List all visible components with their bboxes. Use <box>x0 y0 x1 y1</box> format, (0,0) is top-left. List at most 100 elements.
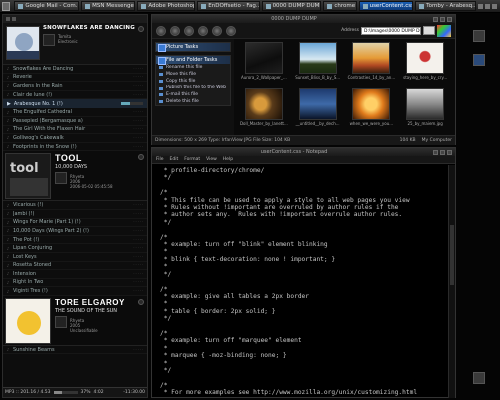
now-playing-track[interactable]: ▶ Arabesque No. 1 (!) <box>3 99 147 109</box>
rating-icon[interactable]: ····· <box>133 136 144 140</box>
collapse-icon[interactable] <box>138 26 144 32</box>
track-row[interactable]: ♪ Clair de lune (!) ····· <box>3 91 147 100</box>
menu-format[interactable]: Format <box>184 157 200 162</box>
up-folder-icon[interactable] <box>184 25 194 36</box>
taskbar-button-dump[interactable]: 0000 DUMP DUMP <box>261 1 322 11</box>
track-row[interactable]: ♪ Jambi (!) ····· <box>3 210 147 219</box>
track-row[interactable]: ♪ Rosetta Stoned ····· <box>3 262 147 271</box>
track-row[interactable]: ♪ Sunshine Beams ····· <box>3 346 147 355</box>
rating-icon[interactable]: ····· <box>133 238 144 242</box>
file-thumbnail[interactable]: Contrasties_14_by_an... <box>346 42 398 86</box>
taskbar-button-chrome[interactable]: chrome <box>323 1 357 11</box>
track-row[interactable]: ♪ Golliwog's Cakewalk ····· <box>3 134 147 143</box>
move-file-link[interactable]: Move this file <box>156 71 230 78</box>
email-file-link[interactable]: E-mail this file <box>156 91 230 98</box>
track-row[interactable]: ♪ 10,000 Days (Wings Part 2) (!) ····· <box>3 227 147 236</box>
forward-icon[interactable] <box>170 25 180 36</box>
go-button[interactable] <box>423 26 435 35</box>
album-header[interactable]: tool TOOL 10,000 DAYS Rhyeta 2006 2006-0… <box>3 151 147 202</box>
tray-icon[interactable] <box>478 3 483 9</box>
track-row[interactable]: ♪ The Girl With the Flaxen Hair ····· <box>3 126 147 135</box>
taskbar-button-usercontent[interactable]: userContent.css <box>358 1 414 11</box>
seek-bar[interactable] <box>53 391 78 394</box>
rating-icon[interactable]: ····· <box>133 84 144 88</box>
file-thumbnail[interactable]: staying_here_by_cry... <box>399 42 451 86</box>
rating-icon[interactable]: ····· <box>133 220 144 224</box>
rating-icon[interactable]: ····· <box>133 272 144 276</box>
picture-tasks-header[interactable]: Picture Tasks <box>156 43 230 52</box>
rating-icon[interactable]: ····· <box>133 119 144 123</box>
file-thumbnail[interactable]: when_we_were_you... <box>346 88 398 132</box>
track-row[interactable]: ♪ Footprints in the Snow (!) ····· <box>3 143 147 152</box>
desktop-icon[interactable] <box>473 30 485 42</box>
file-thumbnail[interactable]: __untitled__by_dech... <box>292 88 344 132</box>
rating-icon[interactable]: ····· <box>133 145 144 149</box>
track-row[interactable]: ♪ Viginti Tres (!) ····· <box>3 287 147 296</box>
rating-icon[interactable]: ····· <box>133 127 144 131</box>
collapse-icon[interactable] <box>138 298 144 305</box>
views-icon[interactable] <box>226 25 236 36</box>
rating-icon[interactable]: ····· <box>133 263 144 267</box>
maximize-icon[interactable] <box>440 16 445 22</box>
menu-edit[interactable]: Edit <box>170 157 179 162</box>
desktop-icon[interactable] <box>473 54 485 66</box>
album-header[interactable]: SNOWFLAKES ARE DANCING Tomita Electronic <box>3 23 147 65</box>
file-thumbnail[interactable]: Sunset_Bliss_B_by_S... <box>292 42 344 86</box>
rating-icon[interactable]: ····· <box>133 110 144 114</box>
track-row[interactable]: ♪ Intension ····· <box>3 270 147 279</box>
track-row[interactable]: ♪ Lipan Conjuring ····· <box>3 244 147 253</box>
rating-icon[interactable]: ····· <box>133 75 144 79</box>
start-button[interactable] <box>2 1 11 11</box>
track-row[interactable]: ♪ Snowflakes Are Dancing ····· <box>3 65 147 74</box>
rating-icon[interactable]: ····· <box>133 203 144 207</box>
back-icon[interactable] <box>156 25 166 36</box>
track-row[interactable]: ♪ Wings For Marie (Part 1) (!) ····· <box>3 219 147 228</box>
address-bar[interactable]: D:\Images\0000 DUMP DU <box>361 26 421 35</box>
rating-icon[interactable]: ····· <box>133 280 144 284</box>
maximize-icon[interactable] <box>440 149 445 155</box>
taskbar-button-gmail[interactable]: Google Mail - Com... <box>14 1 80 11</box>
rating-icon[interactable]: ····· <box>133 67 144 71</box>
track-row[interactable]: ♪ The Pot (!) ····· <box>3 236 147 245</box>
menu-icon[interactable] <box>6 17 10 21</box>
taskbar-button-msn[interactable]: MSN Messenger <box>81 1 136 11</box>
tray-icon[interactable] <box>485 3 490 9</box>
rating-icon[interactable]: ····· <box>133 229 144 233</box>
tray-icon[interactable] <box>492 3 497 9</box>
taskbar-button-endoffset[interactable]: EnDOffsetio - Fag... <box>197 1 260 11</box>
delete-file-link[interactable]: Delete this file <box>156 98 230 105</box>
minimize-icon[interactable] <box>433 149 438 155</box>
file-thumbnail[interactable]: Doll_Master_by_lanett... <box>238 88 290 132</box>
track-row[interactable]: ♪ The Engulfed Cathedral ····· <box>3 108 147 117</box>
track-row[interactable]: ♪ Passepied (Bergamasque a) ····· <box>3 117 147 126</box>
track-row[interactable]: ♪ Reverie ····· <box>3 74 147 83</box>
track-row[interactable]: ♪ Lost Keys ····· <box>3 253 147 262</box>
track-progress[interactable] <box>121 102 143 106</box>
rating-icon[interactable]: ····· <box>133 93 144 97</box>
rating-icon[interactable]: ····· <box>133 212 144 216</box>
menu-icon[interactable] <box>12 17 16 21</box>
vertical-scrollbar[interactable] <box>448 165 455 398</box>
copy-file-link[interactable]: Copy this file <box>156 78 230 85</box>
track-row[interactable]: ♪ Right In Two ····· <box>3 279 147 288</box>
recycle-bin-icon[interactable] <box>473 372 485 384</box>
close-icon[interactable] <box>447 16 452 22</box>
menu-help[interactable]: Help <box>223 157 233 162</box>
rename-file-link[interactable]: Rename this file <box>156 64 230 71</box>
file-thumbnail[interactable]: Aurora_2_Wallpaper_... <box>238 42 290 86</box>
search-icon[interactable] <box>198 25 208 36</box>
menu-file[interactable]: File <box>156 157 164 162</box>
explorer-titlebar[interactable]: 0000 DUMP DUMP <box>152 15 455 23</box>
folders-icon[interactable] <box>212 25 222 36</box>
rating-icon[interactable]: ····· <box>133 348 144 352</box>
album-header[interactable]: TORE ELGAROY THE SOUND OF THE SUN Rhyeta… <box>3 295 147 346</box>
rating-icon[interactable]: ····· <box>133 255 144 259</box>
file-tasks-header[interactable]: File and Folder Tasks <box>156 56 230 65</box>
notepad-titlebar[interactable]: userContent.css - Notepad <box>152 148 455 156</box>
track-row[interactable]: ♪ Gardens In the Rain ····· <box>3 82 147 91</box>
menu-view[interactable]: View <box>206 157 217 162</box>
file-thumbnail[interactable]: 25_by_maiem.jpg <box>399 88 451 132</box>
taskbar-button-photoshop[interactable]: Adobe Photoshop <box>137 1 196 11</box>
rating-icon[interactable]: ····· <box>133 246 144 250</box>
rating-icon[interactable]: ····· <box>133 289 144 293</box>
